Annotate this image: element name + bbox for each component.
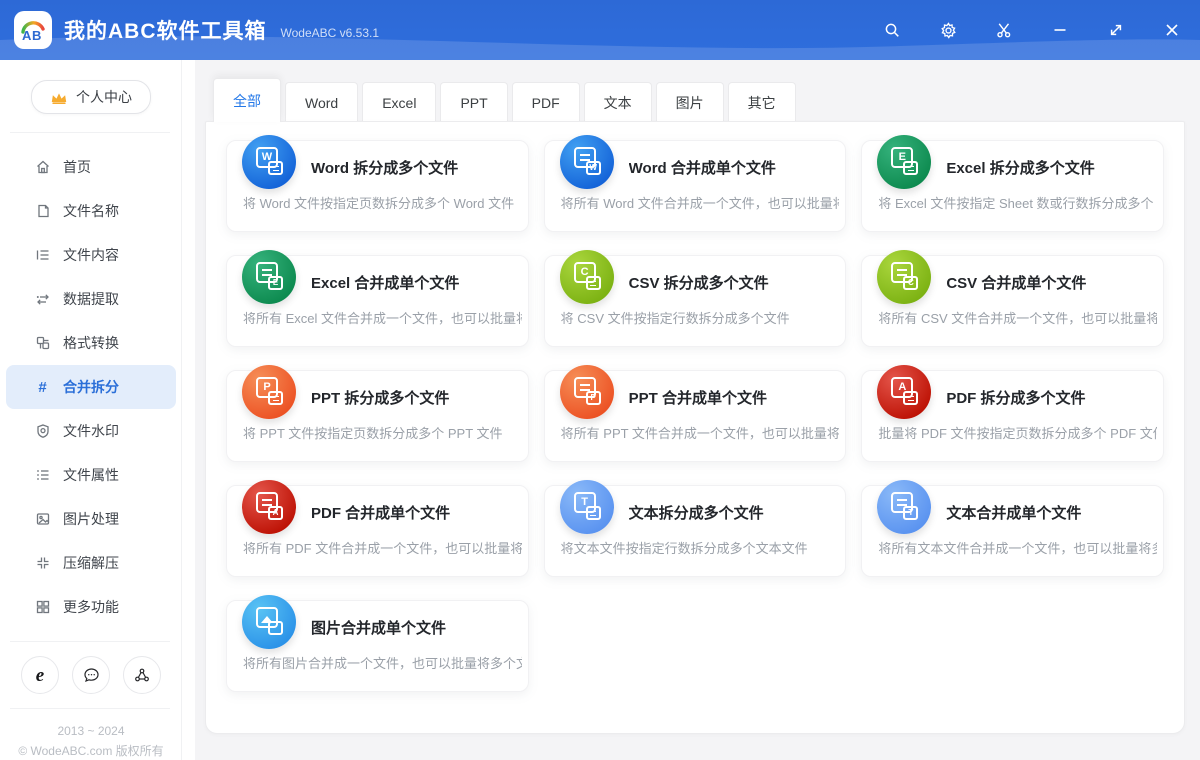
tool-title: PDF 拆分成多个文件 — [946, 387, 1153, 408]
tools-grid: W Word 拆分成多个文件 将 Word 文件按指定页数拆分成多个 Word … — [206, 122, 1184, 692]
pdf-merge-icon: A — [242, 480, 296, 534]
tab-excel[interactable]: Excel — [362, 82, 436, 122]
sidebar: 个人中心 首页 文件名称 文件内容 数据提取 — [0, 60, 195, 760]
tool-title: CSV 拆分成多个文件 — [629, 272, 836, 293]
csv-split-icon: C — [560, 250, 614, 304]
minimize-icon — [1051, 21, 1069, 39]
svg-text:A: A — [22, 28, 32, 43]
card-text-merge[interactable]: T 文本合并成单个文件 将所有文本文件合并成一个文件，也可以批量将多 — [861, 485, 1164, 577]
tool-title: 文本拆分成多个文件 — [629, 502, 836, 523]
main-content: 全部 Word Excel PPT PDF 文本 图片 其它 W — [195, 60, 1200, 760]
resize-icon — [1107, 21, 1125, 39]
card-pdf-merge[interactable]: A PDF 合并成单个文件 将所有 PDF 文件合并成一个文件，也可以批量将多 — [226, 485, 529, 577]
card-text-split[interactable]: T 文本拆分成多个文件 将文本文件按指定行数拆分成多个文本文件 — [544, 485, 847, 577]
minimize-button[interactable] — [1032, 0, 1088, 60]
tab-image[interactable]: 图片 — [656, 82, 724, 122]
tool-title: 文本合并成单个文件 — [946, 502, 1153, 523]
tool-title: Excel 拆分成多个文件 — [946, 157, 1153, 178]
cut-tool-button[interactable] — [976, 0, 1032, 60]
tool-desc: 将 Excel 文件按指定 Sheet 数或行数拆分成多个 Exc — [878, 193, 1157, 212]
tool-desc: 批量将 PDF 文件按指定页数拆分成多个 PDF 文件 — [878, 423, 1157, 442]
tool-title: Excel 合并成单个文件 — [311, 272, 518, 293]
card-excel-split[interactable]: E Excel 拆分成多个文件 将 Excel 文件按指定 Sheet 数或行数… — [861, 140, 1164, 232]
word-split-icon: W — [242, 135, 296, 189]
app-logo-icon: A B — [18, 15, 48, 45]
card-ppt-merge[interactable]: P PPT 合并成单个文件 将所有 PPT 文件合并成一个文件，也可以批量将多 — [544, 370, 847, 462]
app-title: 我的ABC软件工具箱 — [64, 15, 267, 45]
tool-title: Word 拆分成多个文件 — [311, 157, 518, 178]
word-merge-icon: W — [560, 135, 614, 189]
tab-pdf[interactable]: PDF — [512, 82, 580, 122]
card-csv-merge[interactable]: C CSV 合并成单个文件 将所有 CSV 文件合并成一个文件，也可以批量将多 — [861, 255, 1164, 347]
settings-button[interactable] — [920, 0, 976, 60]
resize-button[interactable] — [1088, 0, 1144, 60]
tool-title: PDF 合并成单个文件 — [311, 502, 518, 523]
excel-split-icon: E — [877, 135, 931, 189]
card-ppt-split[interactable]: P PPT 拆分成多个文件 将 PPT 文件按指定页数拆分成多个 PPT 文件 — [226, 370, 529, 462]
sidebar-rail-divider — [0, 60, 182, 760]
ppt-split-icon: P — [242, 365, 296, 419]
tool-desc: 将所有 PDF 文件合并成一个文件，也可以批量将多 — [243, 538, 522, 557]
svg-text:B: B — [32, 28, 41, 43]
tool-title: 图片合并成单个文件 — [311, 617, 518, 638]
close-button[interactable] — [1144, 0, 1200, 60]
app-version: WodeABC v6.53.1 — [281, 26, 380, 40]
tab-word[interactable]: Word — [285, 82, 358, 122]
search-button[interactable] — [864, 0, 920, 60]
tab-all[interactable]: 全部 — [213, 78, 281, 122]
card-pdf-split[interactable]: A PDF 拆分成多个文件 批量将 PDF 文件按指定页数拆分成多个 PDF 文… — [861, 370, 1164, 462]
tool-desc: 将所有图片合并成一个文件，也可以批量将多个文件 — [243, 653, 522, 672]
gear-icon — [939, 21, 958, 40]
card-excel-merge[interactable]: E Excel 合并成单个文件 将所有 Excel 文件合并成一个文件，也可以批… — [226, 255, 529, 347]
card-word-split[interactable]: W Word 拆分成多个文件 将 Word 文件按指定页数拆分成多个 Word … — [226, 140, 529, 232]
excel-merge-icon: E — [242, 250, 296, 304]
search-icon — [883, 21, 901, 39]
tool-desc: 将所有 CSV 文件合并成一个文件，也可以批量将多 — [878, 308, 1157, 327]
tool-desc: 将所有 Word 文件合并成一个文件，也可以批量将多 — [561, 193, 840, 212]
image-merge-icon — [242, 595, 296, 649]
titlebar: A B 我的ABC软件工具箱 WodeABC v6.53.1 — [0, 0, 1200, 60]
tool-desc: 将 CSV 文件按指定行数拆分成多个文件 — [561, 308, 840, 327]
tool-desc: 将 PPT 文件按指定页数拆分成多个 PPT 文件 — [243, 423, 522, 442]
tab-ppt[interactable]: PPT — [440, 82, 507, 122]
app-window: A B 我的ABC软件工具箱 WodeABC v6.53.1 — [0, 0, 1200, 760]
pdf-split-icon: A — [877, 365, 931, 419]
tab-text[interactable]: 文本 — [584, 82, 652, 122]
text-merge-icon: T — [877, 480, 931, 534]
text-split-icon: T — [560, 480, 614, 534]
scissors-icon — [995, 21, 1013, 39]
card-image-merge[interactable]: 图片合并成单个文件 将所有图片合并成一个文件，也可以批量将多个文件 — [226, 600, 529, 692]
tools-panel: W Word 拆分成多个文件 将 Word 文件按指定页数拆分成多个 Word … — [205, 121, 1185, 734]
tool-title: CSV 合并成单个文件 — [946, 272, 1153, 293]
tool-title: PPT 合并成单个文件 — [629, 387, 836, 408]
tool-desc: 将所有 Excel 文件合并成一个文件，也可以批量将多 — [243, 308, 522, 327]
close-icon — [1163, 21, 1181, 39]
category-tabs: 全部 Word Excel PPT PDF 文本 图片 其它 — [205, 78, 1185, 122]
app-logo: A B — [14, 11, 52, 49]
card-csv-split[interactable]: C CSV 拆分成多个文件 将 CSV 文件按指定行数拆分成多个文件 — [544, 255, 847, 347]
tool-desc: 将所有 PPT 文件合并成一个文件，也可以批量将多 — [561, 423, 840, 442]
ppt-merge-icon: P — [560, 365, 614, 419]
card-word-merge[interactable]: W Word 合并成单个文件 将所有 Word 文件合并成一个文件，也可以批量将… — [544, 140, 847, 232]
tool-desc: 将所有文本文件合并成一个文件，也可以批量将多 — [878, 538, 1157, 557]
tool-title: Word 合并成单个文件 — [629, 157, 836, 178]
csv-merge-icon: C — [877, 250, 931, 304]
tab-other[interactable]: 其它 — [728, 82, 796, 122]
tool-title: PPT 拆分成多个文件 — [311, 387, 518, 408]
tool-desc: 将文本文件按指定行数拆分成多个文本文件 — [561, 538, 840, 557]
tool-desc: 将 Word 文件按指定页数拆分成多个 Word 文件 — [243, 193, 522, 212]
